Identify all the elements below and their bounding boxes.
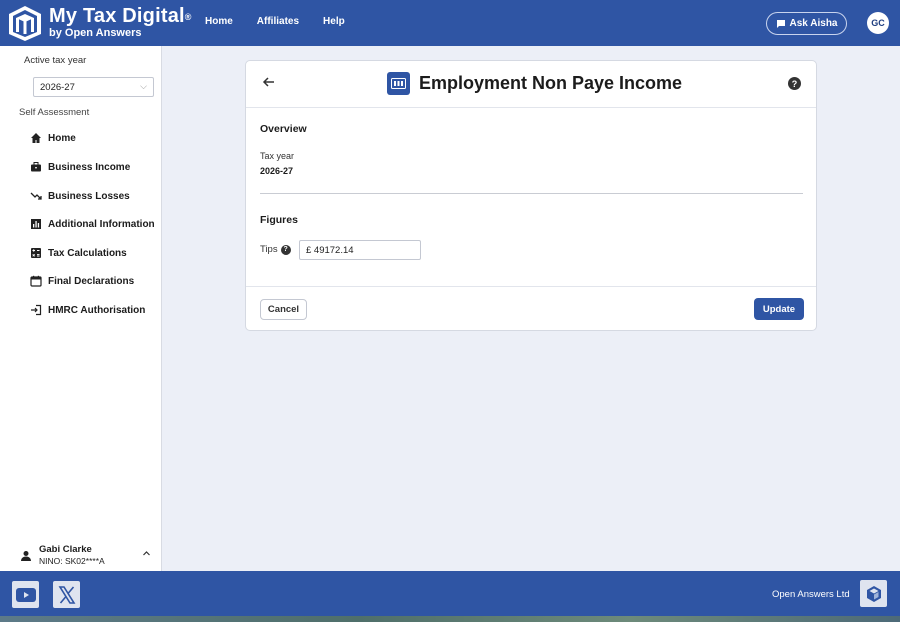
company-name: Open Answers Ltd [772, 589, 850, 600]
employment-card: Employment Non Paye Income ? Overview Ta… [245, 60, 817, 331]
sidebar-item-label: Tax Calculations [48, 247, 127, 259]
sidebar-item-business-losses[interactable]: Business Losses [30, 190, 130, 202]
sidebar-item-final-declarations[interactable]: Final Declarations [30, 275, 134, 287]
help-icon[interactable]: ? [788, 77, 801, 90]
footer: Open Answers Ltd [0, 571, 900, 616]
tips-label-text: Tips [260, 244, 278, 255]
sidebar-item-label: Additional Information [48, 218, 155, 230]
youtube-icon[interactable] [12, 581, 39, 608]
self-assessment-label: Self Assessment [19, 107, 90, 118]
sidebar-item-label: Business Losses [48, 190, 130, 202]
tips-label: Tips ? [260, 244, 291, 255]
brand-subtitle: by Open Answers [49, 27, 142, 39]
briefcase-icon [30, 161, 42, 173]
card-header: Employment Non Paye Income ? [246, 61, 816, 108]
tax-year-value: 2026-27 [260, 166, 294, 176]
user-name: Gabi Clarke [39, 544, 92, 555]
sidebar-item-additional-information[interactable]: Additional Information [30, 218, 155, 230]
active-tax-year-label: Active tax year [24, 55, 87, 66]
top-bar: My Tax Digital® by Open Answers Home Aff… [0, 0, 900, 46]
divider [246, 286, 816, 287]
nav-help[interactable]: Help [323, 16, 345, 27]
tax-year-label: Tax year [260, 151, 295, 161]
x-twitter-icon[interactable] [53, 581, 80, 608]
ask-aisha-label: Ask Aisha [789, 18, 838, 29]
divider [260, 193, 803, 194]
user-nino: NINO: SK02****A [39, 556, 105, 566]
sidebar-item-label: HMRC Authorisation [48, 304, 146, 316]
sidebar-item-label: Business Income [48, 161, 131, 173]
registered-mark: ® [184, 12, 192, 22]
cube-logo-icon[interactable] [860, 580, 887, 607]
trending-down-icon [30, 190, 42, 202]
bar-chart-icon [30, 218, 42, 230]
overview-heading: Overview [260, 123, 307, 135]
nav-home[interactable]: Home [205, 16, 233, 27]
background-strip [0, 616, 900, 622]
calendar-icon [30, 275, 42, 287]
calculator-icon [30, 247, 42, 259]
nav-affiliates[interactable]: Affiliates [257, 16, 299, 27]
chat-icon [776, 19, 785, 28]
page-title: Employment Non Paye Income [419, 73, 683, 93]
sidebar-item-label: Final Declarations [48, 275, 135, 287]
figures-heading: Figures [260, 214, 298, 226]
sidebar-item-tax-calculations[interactable]: Tax Calculations [30, 247, 127, 259]
tips-input[interactable] [299, 240, 421, 260]
person-icon [20, 549, 32, 561]
sidebar-item-label: Home [48, 132, 76, 144]
chevron-down-icon: ⌵ [140, 81, 147, 91]
money-icon [387, 72, 410, 95]
login-icon [30, 304, 42, 316]
ask-aisha-button[interactable]: Ask Aisha [766, 12, 847, 35]
tax-year-select[interactable]: 2026-27 ⌵ [33, 77, 154, 97]
help-icon[interactable]: ? [280, 244, 291, 255]
brand-logo[interactable] [6, 4, 44, 42]
brand[interactable]: My Tax Digital® by Open Answers [49, 5, 192, 39]
avatar[interactable]: GC [867, 12, 889, 34]
sidebar-item-business-income[interactable]: Business Income [30, 161, 130, 173]
sidebar-item-home[interactable]: Home [30, 132, 76, 144]
cancel-button[interactable]: Cancel [260, 299, 307, 320]
update-button[interactable]: Update [754, 298, 804, 320]
user-menu[interactable]: Gabi Clarke NINO: SK02****A [20, 544, 155, 568]
tax-year-select-value: 2026-27 [40, 82, 75, 93]
home-icon [30, 132, 42, 144]
brand-title: My Tax Digital [49, 5, 185, 27]
sidebar: Active tax year 2026-27 ⌵ Self Assessmen… [0, 46, 162, 571]
sidebar-item-hmrc-authorisation[interactable]: HMRC Authorisation [30, 304, 145, 316]
back-arrow-icon[interactable] [262, 75, 276, 89]
main-nav: Home Affiliates Help [205, 16, 345, 27]
chevron-up-icon[interactable] [142, 549, 151, 560]
